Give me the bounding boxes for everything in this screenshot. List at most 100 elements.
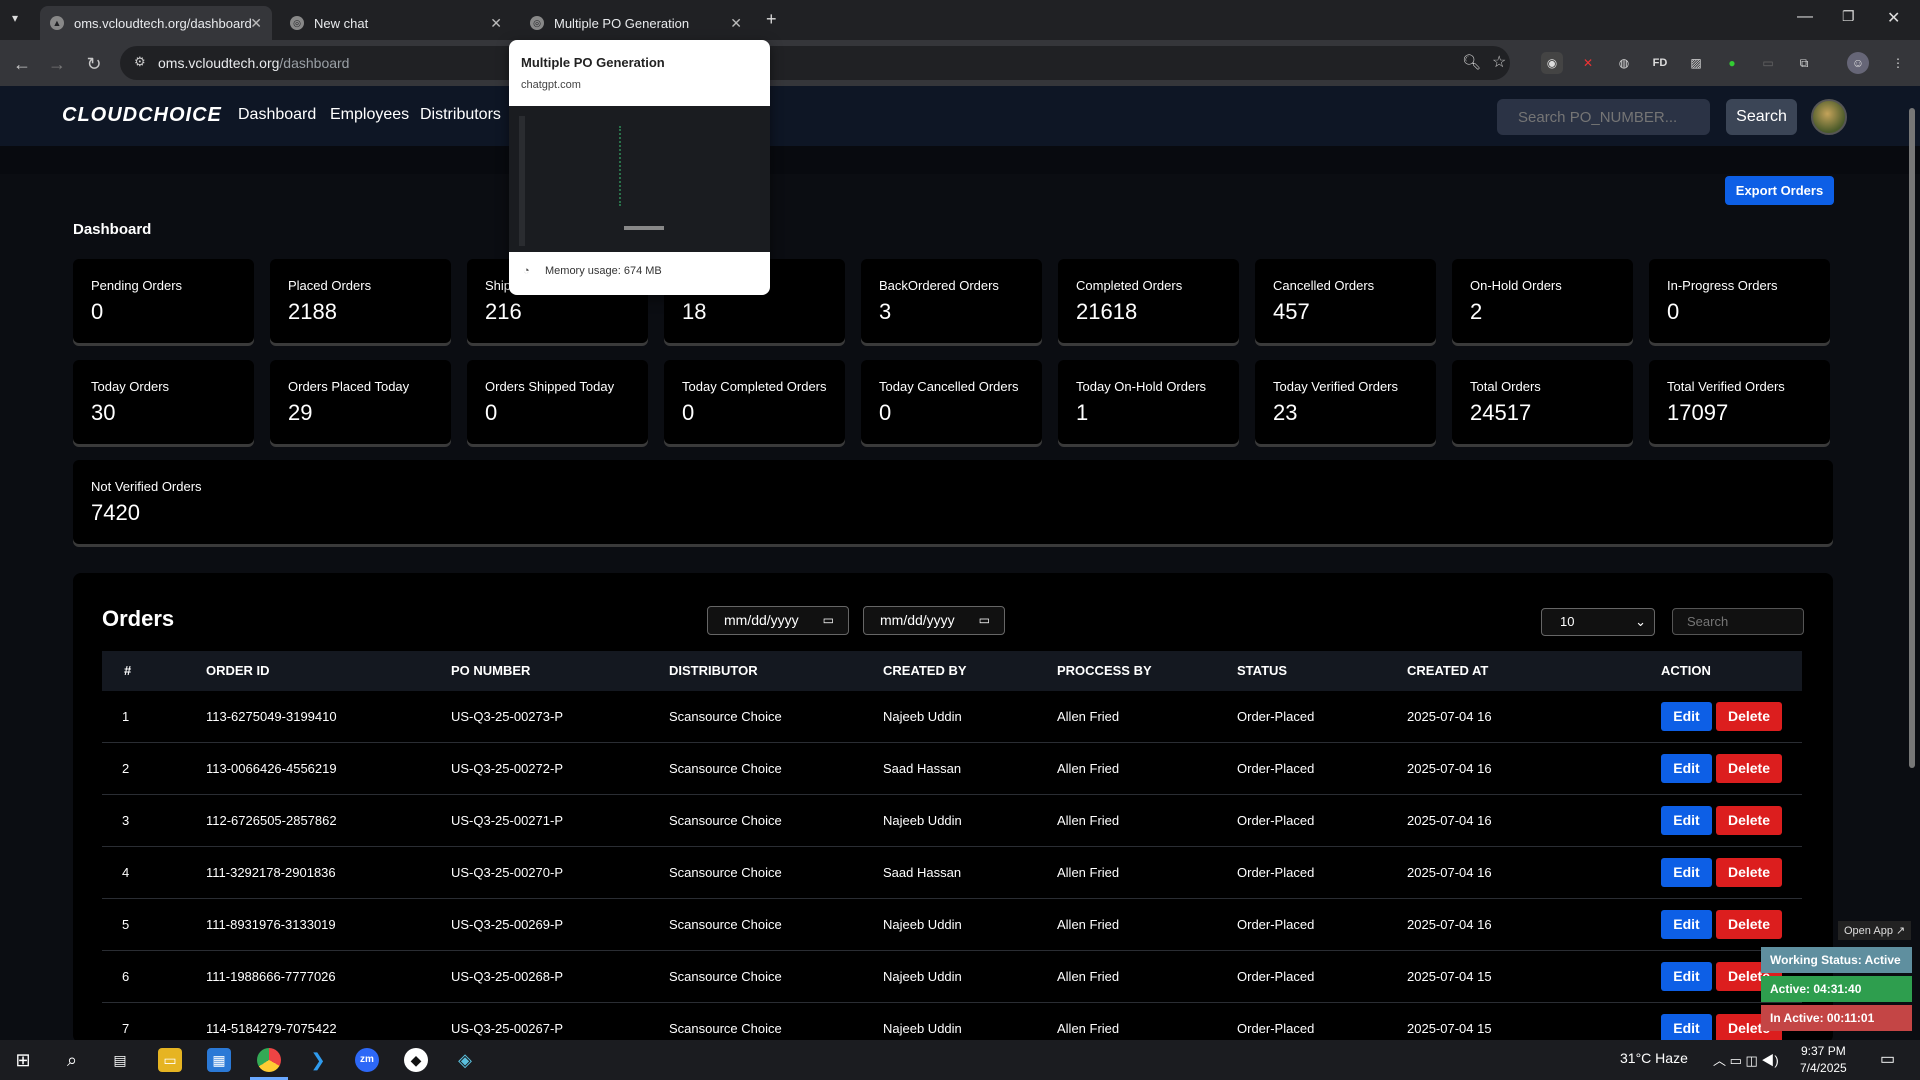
vscode-icon[interactable]: ❯ [306,1048,330,1072]
table-cell: 1 [122,709,130,724]
delete-button[interactable]: Delete [1716,910,1782,939]
calendar-icon[interactable]: ▭ [979,607,990,634]
stat-card: Today Orders 30 [73,360,254,444]
nav-dashboard[interactable]: Dashboard [238,106,316,124]
table-row: 3 112-6726505-2857862 US-Q3-25-00271-P Scan… [102,795,1802,847]
column-header[interactable]: PROCCESS BY [1057,663,1152,678]
extension-gray-icon[interactable]: ▭ [1757,52,1779,74]
column-header[interactable]: CREATED AT [1407,663,1488,678]
close-window-icon[interactable]: ✕ [1887,8,1900,28]
tab-dashboard[interactable]: ▲ oms.vcloudtech.org/dashboard ✕ [40,6,272,40]
po-search-input[interactable] [1497,99,1710,135]
browser-menu-icon[interactable]: ⋮ [1887,52,1909,74]
system-tray-icons[interactable]: ︿ ▭ ◫ ◀) [1713,1050,1779,1069]
edit-button[interactable]: Edit [1661,910,1712,939]
column-header[interactable]: STATUS [1237,663,1287,678]
delete-button[interactable]: Delete [1716,702,1782,731]
table-cell: Scansource Choice [669,969,782,984]
search-button[interactable]: Search [1726,99,1797,135]
tab-search-icon[interactable]: ▾ [12,11,18,25]
minimize-icon[interactable]: — [1797,8,1813,26]
zoom-app-icon[interactable]: zm [355,1048,379,1072]
profile-avatar-icon[interactable]: ☺ [1847,52,1869,74]
column-header[interactable]: CREATED BY [883,663,967,678]
edit-button[interactable]: Edit [1661,1014,1712,1043]
cloudchoice-logo[interactable]: CLOUDCHOICE [62,104,222,127]
table-row: 5 111-8931976-3133019 US-Q3-25-00269-P Scan… [102,899,1802,951]
windows-start-icon[interactable]: ⊞ [11,1048,35,1072]
active-timer: Active: 04:31:40 [1761,976,1912,1002]
column-header[interactable]: DISTRIBUTOR [669,663,758,678]
column-header[interactable]: # [124,663,131,678]
close-tab-icon[interactable]: ✕ [730,15,742,32]
app-diamond-icon[interactable]: ◈ [453,1048,477,1072]
inactive-timer: In Active: 00:11:01 [1761,1005,1912,1031]
extension-globe-icon[interactable]: ◍ [1613,52,1635,74]
close-tab-icon[interactable]: ✕ [490,15,502,32]
extension-glasses-icon[interactable]: ◉ [1541,52,1563,74]
column-header[interactable]: PO NUMBER [451,663,530,678]
calendar-icon[interactable]: ▭ [823,607,834,634]
new-tab-icon[interactable]: + [766,9,777,30]
store-icon[interactable]: ▦ [207,1048,231,1072]
stat-card: Pending Orders 0 [73,259,254,343]
page-size-select[interactable]: 10 ⌄ [1541,608,1655,636]
stat-value: 457 [1273,299,1310,324]
tab-new-chat[interactable]: ◎ New chat ✕ [280,6,512,40]
table-cell: 5 [122,917,130,932]
extension-green-icon[interactable]: ● [1721,52,1743,74]
export-orders-button[interactable]: Export Orders [1725,176,1834,205]
delete-button[interactable]: Delete [1716,806,1782,835]
extension-fd-icon[interactable]: FD [1649,52,1671,74]
edit-button[interactable]: Edit [1661,858,1712,887]
stat-label: Today Completed Orders [682,379,827,394]
stat-label: Today Verified Orders [1273,379,1399,394]
table-cell: US-Q3-25-00269-P [451,917,563,932]
open-app-button[interactable]: Open App ↗ [1838,921,1912,940]
scrollbar[interactable] [1909,108,1915,768]
table-cell: 2025-07-04 16 [1407,813,1492,828]
zoom-icon[interactable]: 🔍︎ [1462,53,1481,71]
stat-label: Completed Orders [1076,278,1183,293]
forward-icon[interactable]: → [45,52,69,76]
column-header[interactable]: ACTION [1661,663,1711,678]
edit-button[interactable]: Edit [1661,754,1712,783]
table-search-input[interactable] [1672,608,1804,635]
edit-button[interactable]: Edit [1661,806,1712,835]
user-avatar[interactable] [1811,99,1847,135]
edit-button[interactable]: Edit [1661,702,1712,731]
extension-x-icon[interactable]: ✕ [1577,52,1599,74]
tab-multiple-po[interactable]: ◎ Multiple PO Generation ✕ [520,6,752,40]
clock[interactable]: 9:37 PM 7/4/2025 [1800,1043,1847,1077]
chrome-icon[interactable] [257,1048,281,1072]
task-view-icon[interactable]: ▤ [108,1048,132,1072]
table-cell: US-Q3-25-00272-P [451,761,563,776]
file-explorer-icon[interactable]: ▭ [158,1048,182,1072]
date-to-input[interactable]: mm/dd/yyyy ▭ [863,606,1005,635]
app-icon[interactable]: ◆ [404,1048,428,1072]
site-info-icon[interactable]: ⚙ [134,54,146,70]
edit-button[interactable]: Edit [1661,962,1712,991]
extension-image-icon[interactable]: ▨ [1685,52,1707,74]
search-icon[interactable]: ⌕ [60,1048,84,1072]
reload-icon[interactable]: ↻ [82,52,106,76]
stat-card: Completed Orders 21618 [1058,259,1239,343]
bookmark-star-icon[interactable]: ☆ [1492,52,1506,72]
notifications-icon[interactable]: ▭ [1880,1049,1895,1069]
date-from-input[interactable]: mm/dd/yyyy ▭ [707,606,849,635]
address-bar[interactable]: ⚙ oms.vcloudtech.org/dashboard 🔍︎ ☆ [120,46,1510,80]
nav-employees[interactable]: Employees [330,106,409,124]
extensions-puzzle-icon[interactable]: ⧉ [1793,52,1815,74]
weather[interactable]: 31°C Haze [1620,1050,1688,1066]
url-text: oms.vcloudtech.org/dashboard [158,55,349,71]
column-header[interactable]: ORDER ID [206,663,270,678]
table-cell: Najeeb Uddin [883,813,962,828]
stat-label: Total Orders [1470,379,1541,394]
back-icon[interactable]: ← [10,52,34,76]
close-tab-icon[interactable]: ✕ [250,15,262,32]
delete-button[interactable]: Delete [1716,754,1782,783]
table-cell: Scansource Choice [669,1021,782,1036]
delete-button[interactable]: Delete [1716,858,1782,887]
nav-distributors[interactable]: Distributors [420,106,501,124]
restore-icon[interactable]: ❐ [1842,8,1855,25]
